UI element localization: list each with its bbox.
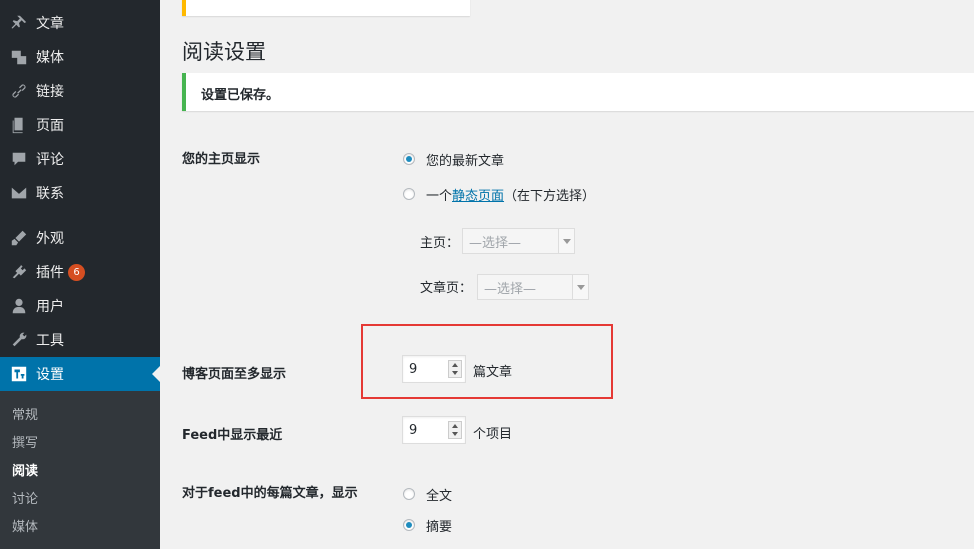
plugin-update-count-badge: 6	[68, 263, 85, 281]
submenu-writing[interactable]: 撰写	[12, 432, 38, 451]
user-icon	[0, 297, 36, 315]
page-title: 阅读设置	[182, 40, 266, 64]
menu-item-links[interactable]: 链接	[0, 74, 160, 108]
option-latest-posts: 您的最新文章	[426, 154, 505, 169]
mail-icon	[0, 184, 36, 202]
submenu-media[interactable]: 媒体	[12, 516, 38, 535]
option-static-suffix: （在下方选择）	[504, 189, 596, 204]
plugin-icon	[0, 263, 36, 281]
front-page-select[interactable]: —选择—	[462, 228, 575, 254]
option-static-prefix: 一个	[426, 189, 453, 204]
menu-item-posts[interactable]: 文章	[0, 6, 160, 40]
option-static-page: 一个静态页面（在下方选择）	[426, 185, 595, 204]
spin-down-icon[interactable]	[449, 430, 461, 438]
homepage-display-label: 您的主页显示	[182, 152, 261, 167]
spin-up-icon[interactable]	[449, 422, 461, 430]
pin-icon	[0, 14, 36, 32]
menu-item-appearance[interactable]: 外观	[0, 221, 160, 255]
menu-item-contact[interactable]: 联系	[0, 176, 160, 210]
main-content: 阅读设置 设置已保存。 您的主页显示 您的最新文章 一个静态页面（在下方选择） …	[160, 0, 974, 549]
posts-page-label: 文章页：	[420, 281, 473, 296]
menu-item-plugins[interactable]: 插件 6	[0, 255, 160, 289]
brush-icon	[0, 229, 36, 247]
feed-items-unit: 个项目	[473, 427, 513, 442]
submenu-general[interactable]: 常规	[12, 404, 38, 423]
wrench-icon	[0, 331, 36, 349]
menu-item-tools[interactable]: 工具	[0, 323, 160, 357]
option-full-text: 全文	[426, 489, 453, 504]
feed-items-input[interactable]: 9	[402, 416, 466, 444]
radio-summary[interactable]	[403, 519, 415, 531]
settings-saved-notice: 设置已保存。	[182, 73, 974, 111]
posts-per-page-label: 博客页面至多显示	[182, 367, 287, 382]
comment-icon	[0, 150, 36, 168]
chevron-down-icon	[558, 229, 574, 253]
menu-item-pages[interactable]: 页面	[0, 108, 160, 142]
saved-notice-text: 设置已保存。	[201, 88, 280, 103]
highlight-annotation-box	[361, 324, 613, 399]
posts-page-select[interactable]: —选择—	[477, 274, 589, 300]
chevron-down-icon	[572, 275, 588, 299]
menu-item-users[interactable]: 用户	[0, 289, 160, 323]
feed-content-label: 对于feed中的每篇文章，显示	[182, 486, 358, 501]
update-notice	[182, 0, 470, 16]
front-page-select-value: —选择—	[469, 235, 522, 251]
menu-item-comments[interactable]: 评论	[0, 142, 160, 176]
posts-page-select-value: —选择—	[484, 281, 537, 297]
media-icon	[0, 48, 36, 66]
feed-items-spinner[interactable]	[448, 421, 462, 439]
menu-item-settings[interactable]: 设置	[0, 357, 160, 391]
settings-icon	[0, 365, 36, 383]
submenu-reading[interactable]: 阅读	[12, 460, 38, 479]
option-summary: 摘要	[426, 520, 453, 535]
radio-latest-posts[interactable]	[403, 153, 415, 165]
settings-submenu: 常规 撰写 阅读 讨论 媒体	[0, 391, 160, 549]
admin-sidebar: 文章 媒体 链接 页面 评论 联系 外观 插件 6 用户 工具 设置 常规 撰写…	[0, 0, 160, 549]
radio-full-text[interactable]	[403, 488, 415, 500]
static-page-link[interactable]: 静态页面	[452, 189, 504, 204]
feed-items-label: Feed中显示最近	[182, 428, 283, 443]
submenu-discussion[interactable]: 讨论	[12, 488, 38, 507]
front-page-label: 主页：	[420, 236, 460, 251]
link-icon	[0, 82, 36, 100]
feed-items-value: 9	[409, 422, 418, 438]
menu-item-media[interactable]: 媒体	[0, 40, 160, 74]
page-icon	[0, 116, 36, 134]
radio-static-page[interactable]	[403, 188, 415, 200]
